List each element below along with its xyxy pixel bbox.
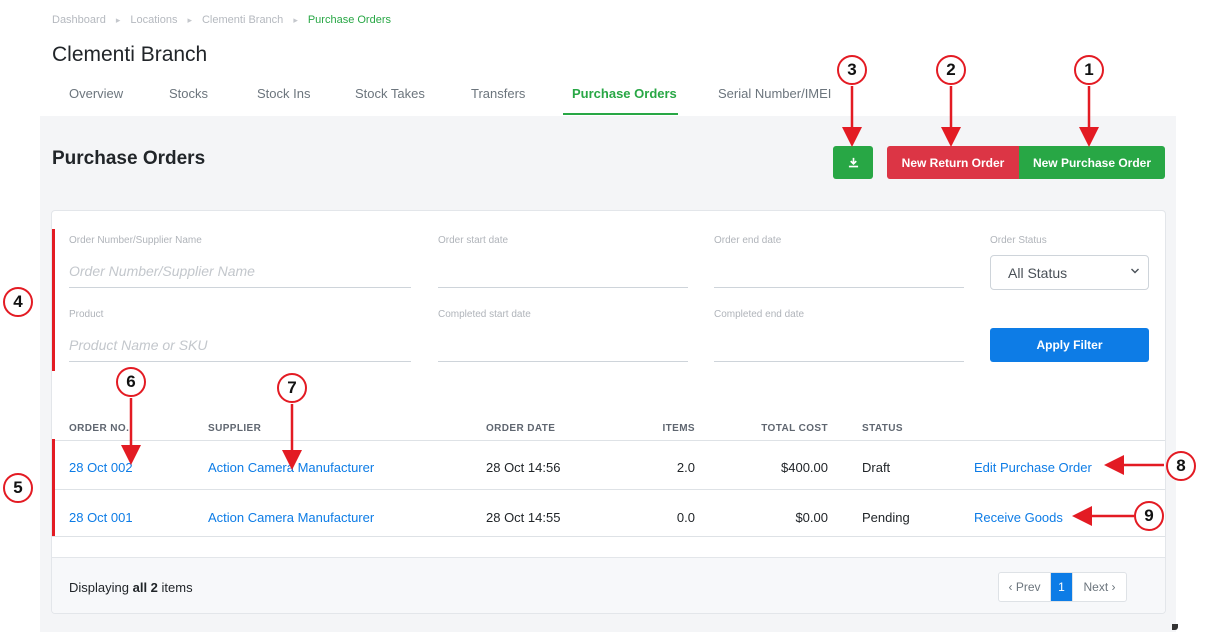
window-corner [1172,624,1178,630]
annotation-badge-1: 1 [1074,55,1104,85]
annotation-badge-9: 9 [1134,501,1164,531]
annotation-badge-6: 6 [116,367,146,397]
annotation-badge-4: 4 [3,287,33,317]
annotation-badge-8: 8 [1166,451,1196,481]
annotation-badge-5: 5 [3,473,33,503]
annotation-badge-2: 2 [936,55,966,85]
annotation-arrows [121,86,1164,526]
annotation-badge-7: 7 [277,373,307,403]
annotation-badge-3: 3 [837,55,867,85]
